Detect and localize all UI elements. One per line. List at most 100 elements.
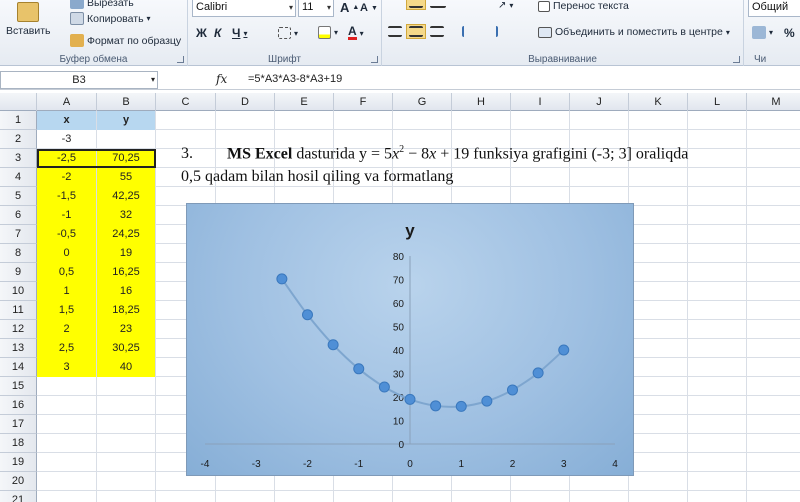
row-header-4[interactable]: 4: [0, 168, 37, 187]
dialog-launcher-icon[interactable]: [371, 56, 378, 63]
wrap-text-button[interactable]: Перенос текста: [538, 0, 629, 12]
column-header-e[interactable]: E: [275, 93, 334, 111]
chart[interactable]: y 0 10 20 30 40 50 60 70 80 -4 -3 -2 -1 0 1 2 3 4: [186, 203, 634, 476]
cell-x-value[interactable]: -2,5: [37, 149, 96, 168]
cell-y-value[interactable]: 70,25: [97, 149, 155, 168]
cell-a2[interactable]: -3: [37, 130, 96, 149]
align-bottom-button[interactable]: [430, 0, 446, 8]
row-header-14[interactable]: 14: [0, 358, 37, 377]
cell-y-value[interactable]: 30,25: [97, 339, 155, 358]
column-header-m[interactable]: M: [747, 93, 800, 111]
column-header-j[interactable]: J: [570, 93, 629, 111]
column-header-a[interactable]: A: [37, 93, 97, 111]
row-header-2[interactable]: 2: [0, 130, 37, 149]
row-header-11[interactable]: 11: [0, 301, 37, 320]
cell-x-value[interactable]: 2,5: [37, 339, 96, 358]
column-header-l[interactable]: L: [688, 93, 747, 111]
grow-font-button[interactable]: A ▲: [340, 0, 359, 15]
cell-y-value[interactable]: 32: [97, 206, 155, 225]
align-center-button[interactable]: [406, 24, 426, 39]
increase-indent-button[interactable]: [484, 26, 498, 37]
row-header-20[interactable]: 20: [0, 472, 37, 491]
row-header-9[interactable]: 9: [0, 263, 37, 282]
column-header-f[interactable]: F: [334, 93, 393, 111]
percent-button[interactable]: %: [784, 26, 795, 40]
shrink-font-button[interactable]: A ▼: [360, 2, 378, 14]
row-header-16[interactable]: 16: [0, 396, 37, 415]
cell-x-value[interactable]: 0: [37, 244, 96, 263]
row-header-10[interactable]: 10: [0, 282, 37, 301]
cell-x-value[interactable]: -1: [37, 206, 96, 225]
row-header-13[interactable]: 13: [0, 339, 37, 358]
underline-button[interactable]: Ч ▾: [232, 26, 247, 40]
italic-button[interactable]: К: [214, 26, 221, 40]
row-header-5[interactable]: 5: [0, 187, 37, 206]
cell-x-value[interactable]: 3: [37, 358, 96, 377]
dialog-launcher-icon[interactable]: [177, 56, 184, 63]
row-header-7[interactable]: 7: [0, 225, 37, 244]
column-header-b[interactable]: B: [97, 93, 156, 111]
orientation-button[interactable]: ↗ ▾: [498, 0, 513, 11]
insert-function-icon[interactable]: fx: [216, 72, 227, 86]
cell-a1-header-x[interactable]: x: [37, 111, 96, 130]
cell-y-value[interactable]: 19: [97, 244, 155, 263]
cell-y-value[interactable]: 18,25: [97, 301, 155, 320]
column-header-d[interactable]: D: [216, 93, 275, 111]
cell-y-value[interactable]: 23: [97, 320, 155, 339]
cell-x-value[interactable]: -2: [37, 168, 96, 187]
align-left-button[interactable]: [388, 26, 402, 37]
cell-y-value[interactable]: 40: [97, 358, 155, 377]
y-tick-label: 50: [393, 323, 405, 334]
row-header-21[interactable]: 21: [0, 491, 37, 502]
align-middle-button[interactable]: [406, 0, 426, 10]
cell-x-value[interactable]: -0,5: [37, 225, 96, 244]
row-header-18[interactable]: 18: [0, 434, 37, 453]
bold-button[interactable]: Ж: [196, 26, 207, 40]
font-size-select[interactable]: 11 ▾: [298, 0, 334, 17]
column-header-h[interactable]: H: [452, 93, 511, 111]
cell-x-value[interactable]: 0,5: [37, 263, 96, 282]
cut-button[interactable]: Вырезать: [70, 0, 134, 9]
column-header-k[interactable]: K: [629, 93, 688, 111]
column-header-g[interactable]: G: [393, 93, 452, 111]
cell-y-value[interactable]: 16,25: [97, 263, 155, 282]
row-header-19[interactable]: 19: [0, 453, 37, 472]
font-name-value: Calibri: [196, 1, 228, 13]
number-format-select[interactable]: Общий: [748, 0, 800, 17]
currency-button[interactable]: ▾: [752, 26, 773, 39]
name-box[interactable]: B3 ▾: [0, 71, 158, 89]
row-header-15[interactable]: 15: [0, 377, 37, 396]
decrease-indent-button[interactable]: [462, 26, 476, 37]
column-header-c[interactable]: C: [156, 93, 216, 111]
cell-x-value[interactable]: 1,5: [37, 301, 96, 320]
row-header-12[interactable]: 12: [0, 320, 37, 339]
cell-y-value[interactable]: 55: [97, 168, 155, 187]
cell-y-value[interactable]: 16: [97, 282, 155, 301]
data-point: [558, 344, 570, 356]
formula-input[interactable]: =5*A3*A3-8*A3+19: [248, 73, 342, 85]
select-all-corner[interactable]: [0, 93, 37, 111]
row-header-3[interactable]: 3: [0, 149, 37, 168]
cell-b1-header-y[interactable]: y: [97, 111, 155, 130]
row-header-8[interactable]: 8: [0, 244, 37, 263]
dialog-launcher-icon[interactable]: [733, 56, 740, 63]
paste-button[interactable]: Вставить: [6, 2, 51, 37]
column-header-i[interactable]: I: [511, 93, 570, 111]
align-top-button[interactable]: [388, 0, 404, 8]
align-right-button[interactable]: [430, 26, 444, 37]
font-name-select[interactable]: Calibri ▾: [192, 0, 296, 17]
borders-button[interactable]: ▾: [278, 27, 298, 39]
cell-x-value[interactable]: -1,5: [37, 187, 96, 206]
cell-x-value[interactable]: 2: [37, 320, 96, 339]
font-color-button[interactable]: A ▾: [348, 25, 364, 40]
cell-y-value[interactable]: 42,25: [97, 187, 155, 206]
merge-center-button[interactable]: Объединить и поместить в центре ▾: [538, 26, 730, 38]
cell-x-value[interactable]: 1: [37, 282, 96, 301]
fill-color-button[interactable]: ▾: [318, 26, 338, 39]
copy-button[interactable]: Копировать ▾: [70, 12, 151, 25]
cell-y-value[interactable]: 24,25: [97, 225, 155, 244]
row-header-1[interactable]: 1: [0, 111, 37, 130]
format-painter-button[interactable]: Формат по образцу: [70, 34, 181, 47]
row-header-6[interactable]: 6: [0, 206, 37, 225]
row-header-17[interactable]: 17: [0, 415, 37, 434]
